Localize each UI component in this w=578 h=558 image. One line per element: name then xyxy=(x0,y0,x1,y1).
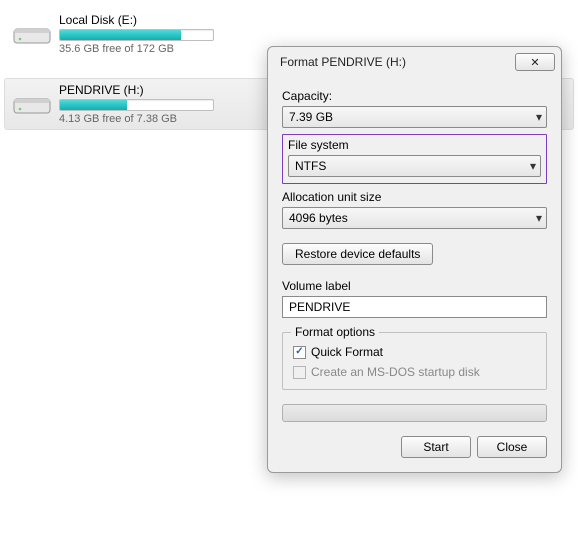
allocation-select[interactable]: 4096 bytes ▾ xyxy=(282,207,547,229)
chevron-down-icon: ▾ xyxy=(522,159,536,173)
hard-disk-icon xyxy=(11,19,53,49)
allocation-label: Allocation unit size xyxy=(282,190,547,204)
quick-format-label: Quick Format xyxy=(311,345,383,359)
volume-label-input[interactable]: PENDRIVE xyxy=(282,296,547,318)
drive-usage-bar xyxy=(59,99,214,111)
format-dialog: Format PENDRIVE (H:) ✕ Capacity: 7.39 GB… xyxy=(267,46,562,473)
hard-disk-icon xyxy=(11,89,53,119)
close-button[interactable]: ✕ xyxy=(515,53,555,71)
close-dialog-button[interactable]: Close xyxy=(477,436,547,458)
drive-name: Local Disk (E:) xyxy=(59,13,567,27)
msdos-label: Create an MS-DOS startup disk xyxy=(311,365,480,379)
start-button[interactable]: Start xyxy=(401,436,471,458)
msdos-row: Create an MS-DOS startup disk xyxy=(293,365,536,379)
quick-format-row[interactable]: Quick Format xyxy=(293,345,536,359)
filesystem-value: NTFS xyxy=(295,159,522,173)
filesystem-select[interactable]: NTFS ▾ xyxy=(288,155,541,177)
msdos-checkbox xyxy=(293,366,306,379)
capacity-select[interactable]: 7.39 GB ▾ xyxy=(282,106,547,128)
format-options-legend: Format options xyxy=(291,325,379,339)
filesystem-highlight: File system NTFS ▾ xyxy=(282,134,547,184)
format-options-group: Format options Quick Format Create an MS… xyxy=(282,332,547,390)
chevron-down-icon: ▾ xyxy=(528,211,542,225)
drive-usage-bar xyxy=(59,29,214,41)
quick-format-checkbox[interactable] xyxy=(293,346,306,359)
dialog-titlebar: Format PENDRIVE (H:) ✕ xyxy=(268,47,561,77)
capacity-value: 7.39 GB xyxy=(289,110,528,124)
volume-label-label: Volume label xyxy=(282,279,547,293)
dialog-title: Format PENDRIVE (H:) xyxy=(280,55,515,69)
restore-defaults-button[interactable]: Restore device defaults xyxy=(282,243,433,265)
close-icon: ✕ xyxy=(530,56,539,69)
filesystem-label: File system xyxy=(288,138,541,152)
dialog-footer: Start Close xyxy=(282,436,547,458)
chevron-down-icon: ▾ xyxy=(528,110,542,124)
capacity-label: Capacity: xyxy=(282,89,547,103)
volume-label-value: PENDRIVE xyxy=(289,300,350,314)
allocation-value: 4096 bytes xyxy=(289,211,528,225)
format-progress-bar xyxy=(282,404,547,422)
